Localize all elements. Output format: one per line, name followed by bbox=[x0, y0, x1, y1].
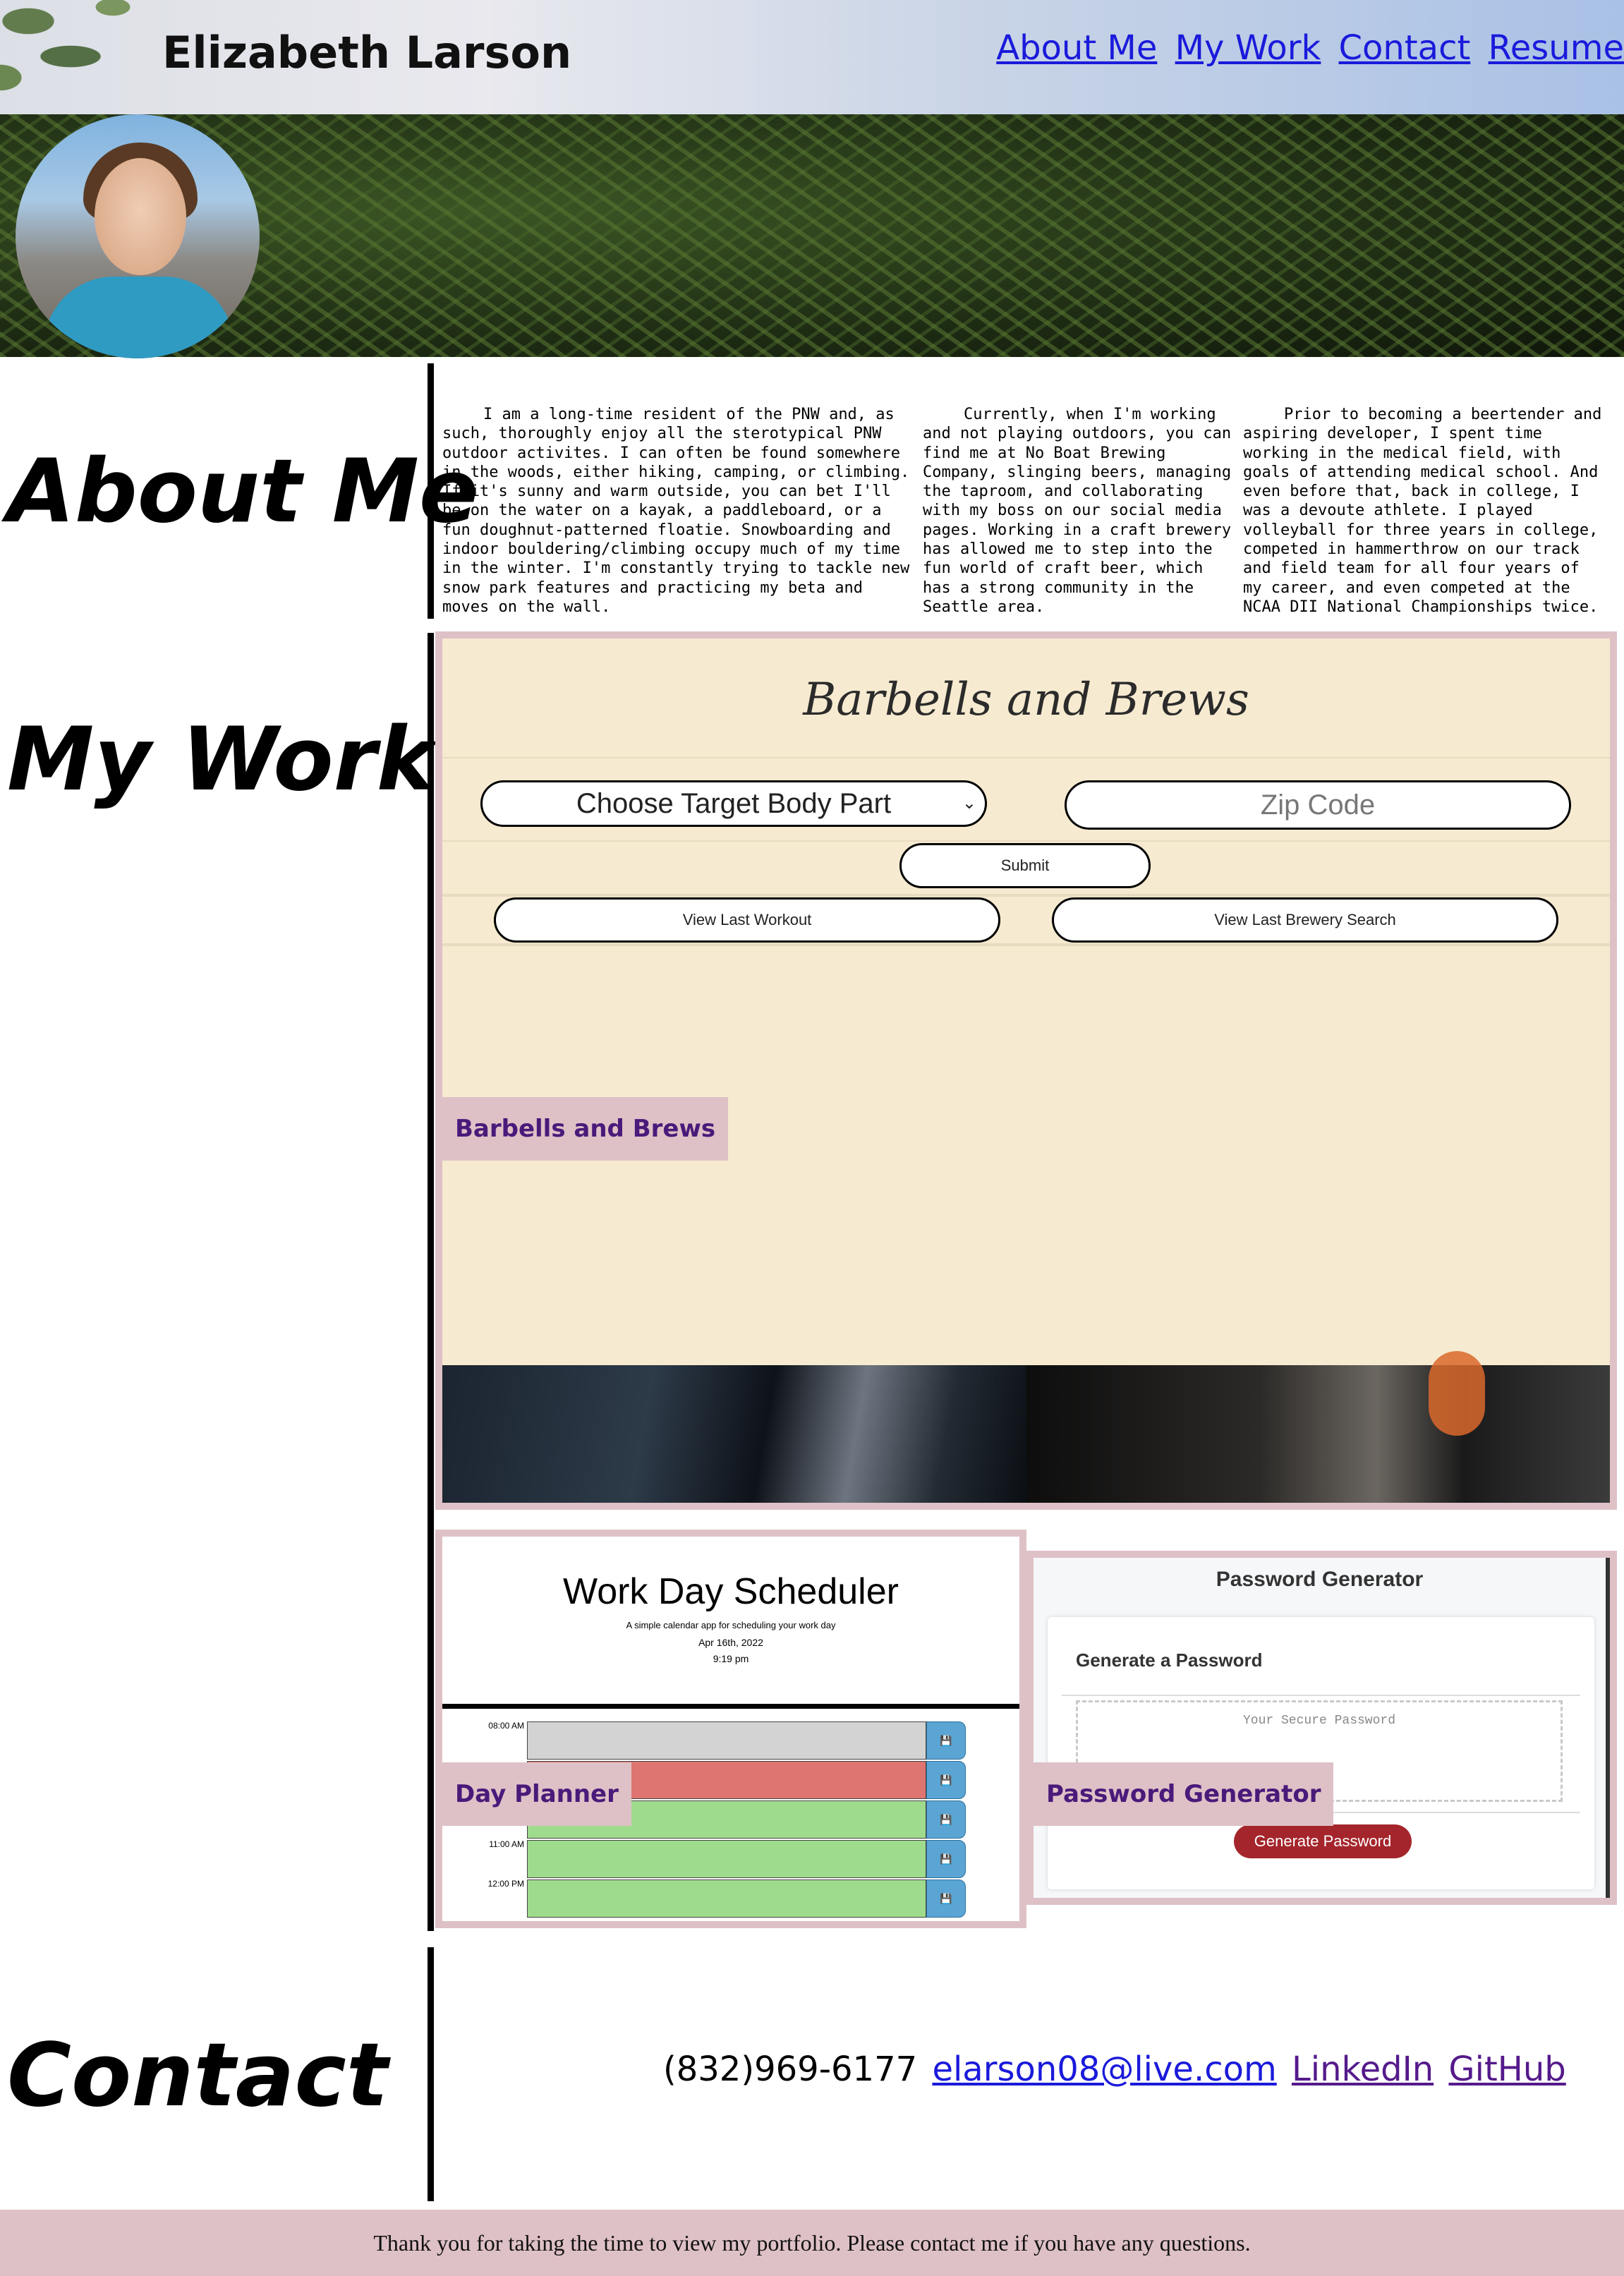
save-icon[interactable]: 💾 bbox=[926, 1721, 966, 1760]
barbells-divider bbox=[442, 894, 1610, 897]
pg-card-divider bbox=[1062, 1695, 1580, 1696]
time-block-textarea[interactable] bbox=[527, 1721, 926, 1760]
save-icon[interactable]: 💾 bbox=[926, 1840, 966, 1878]
save-icon[interactable]: 💾 bbox=[926, 1800, 966, 1839]
save-icon[interactable]: 💾 bbox=[926, 1761, 966, 1799]
hour-label: 11:00 AM bbox=[489, 1839, 524, 1849]
planner-divider bbox=[442, 1704, 1019, 1709]
header-tree-image bbox=[0, 0, 183, 114]
body-part-select[interactable]: Choose Target Body Part ⌄ bbox=[480, 780, 987, 827]
about-heading: About Me bbox=[7, 441, 479, 543]
submit-button[interactable]: Submit bbox=[899, 843, 1151, 888]
work-heading: My Work bbox=[7, 709, 435, 811]
contact-divider bbox=[428, 1947, 434, 2201]
view-last-workout-button[interactable]: View Last Workout bbox=[494, 897, 1000, 943]
pg-card: Generate a Password Your Secure Password… bbox=[1048, 1617, 1594, 1889]
planner-time: 9:19 pm bbox=[713, 1653, 749, 1664]
nav-work-link[interactable]: My Work bbox=[1175, 28, 1321, 68]
password-generator-screenshot: Password Generator Generate a Password Y… bbox=[1034, 1558, 1610, 1898]
about-paragraph-2: Currently, when I'm working and not play… bbox=[923, 406, 1232, 616]
site-title: Elizabeth Larson bbox=[162, 27, 572, 78]
barbells-divider-2 bbox=[442, 943, 1610, 946]
barbells-screenshot: Barbells and Brews Choose Target Body Pa… bbox=[442, 638, 1610, 1503]
about-paragraph-3: Prior to becoming a beertender and aspir… bbox=[1243, 406, 1602, 616]
linkedin-link[interactable]: LinkedIn bbox=[1292, 2050, 1434, 2089]
barbells-app-title: Barbells and Brews bbox=[803, 674, 1249, 726]
time-block-row: 11:00 AM 💾 bbox=[442, 1840, 1019, 1879]
contact-info: (832)969-6177 elarson08@live.com LinkedI… bbox=[663, 2050, 1566, 2089]
barbell-photo bbox=[442, 1365, 1026, 1503]
time-block-textarea[interactable] bbox=[527, 1879, 926, 1918]
barbells-project-card[interactable]: Barbells and Brews Choose Target Body Pa… bbox=[435, 631, 1617, 1510]
planner-date: Apr 16th, 2022 bbox=[698, 1637, 763, 1648]
barbells-label[interactable]: Barbells and Brews bbox=[442, 1097, 729, 1161]
generate-password-button[interactable]: Generate Password bbox=[1234, 1824, 1412, 1858]
time-block-textarea[interactable] bbox=[527, 1840, 926, 1878]
password-generator-label[interactable]: Password Generator bbox=[1034, 1762, 1334, 1826]
main-nav: About Me My Work Contact Resume bbox=[989, 28, 1624, 68]
about-divider bbox=[428, 363, 434, 619]
pg-title: Password Generator bbox=[1216, 1568, 1424, 1591]
day-planner-project-card[interactable]: Work Day Scheduler A simple calendar app… bbox=[435, 1530, 1026, 1928]
planner-subtitle: A simple calendar app for scheduling you… bbox=[626, 1620, 836, 1630]
github-link[interactable]: GitHub bbox=[1448, 2050, 1565, 2089]
work-divider bbox=[428, 633, 434, 1931]
contact-heading: Contact bbox=[7, 2025, 389, 2126]
zip-code-input[interactable]: Zip Code bbox=[1065, 780, 1571, 830]
about-paragraph-1: I am a long-time resident of the PNW and… bbox=[442, 406, 910, 616]
profile-avatar bbox=[16, 114, 260, 358]
day-planner-screenshot: Work Day Scheduler A simple calendar app… bbox=[442, 1537, 1019, 1921]
pg-card-heading: Generate a Password bbox=[1076, 1650, 1263, 1671]
hour-label: 08:00 AM bbox=[488, 1721, 524, 1731]
planner-title: Work Day Scheduler bbox=[563, 1571, 899, 1612]
day-planner-label[interactable]: Day Planner bbox=[442, 1762, 631, 1826]
body-part-select-value: Choose Target Body Part bbox=[576, 788, 892, 819]
password-generator-project-card[interactable]: Password Generator Generate a Password Y… bbox=[1026, 1551, 1617, 1905]
nav-contact-link[interactable]: Contact bbox=[1339, 28, 1471, 68]
nav-resume-link[interactable]: Resume bbox=[1489, 28, 1624, 68]
view-last-brewery-button[interactable]: View Last Brewery Search bbox=[1052, 897, 1558, 943]
site-footer: Thank you for taking the time to view my… bbox=[0, 2210, 1624, 2276]
save-icon[interactable]: 💾 bbox=[926, 1879, 966, 1918]
beer-tap-photo bbox=[1026, 1351, 1610, 1503]
time-block-row: 12:00 PM 💾 bbox=[442, 1879, 1019, 1919]
phone-number: (832)969-6177 bbox=[663, 2050, 918, 2089]
time-block-row: 08:00 AM 💾 bbox=[442, 1721, 1019, 1761]
nav-about-link[interactable]: About Me bbox=[996, 28, 1157, 68]
hour-label: 12:00 PM bbox=[487, 1879, 524, 1889]
site-header: Elizabeth Larson About Me My Work Contac… bbox=[0, 0, 1624, 114]
chevron-down-icon: ⌄ bbox=[962, 794, 976, 813]
email-link[interactable]: elarson08@live.com bbox=[932, 2050, 1276, 2089]
brewery-logo bbox=[1429, 1351, 1485, 1436]
